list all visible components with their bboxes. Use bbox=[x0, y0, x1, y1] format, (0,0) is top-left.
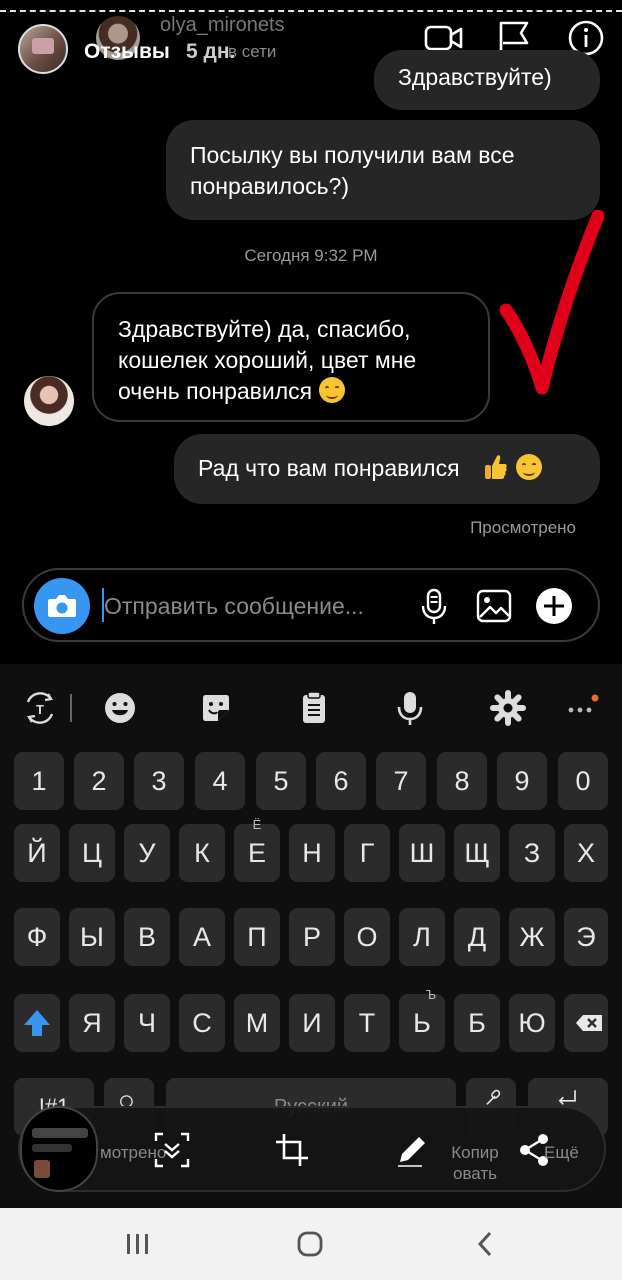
key-letter[interactable]: Н bbox=[289, 824, 335, 882]
copy-label-line1: Копир bbox=[451, 1143, 499, 1162]
shift-key[interactable] bbox=[14, 994, 60, 1052]
smiling-face-emoji-icon bbox=[516, 454, 543, 480]
message-bubble[interactable]: Посылку вы получили вам все понравилось?… bbox=[166, 120, 600, 220]
key-5[interactable]: 5 bbox=[256, 752, 306, 810]
key-letter[interactable]: У bbox=[124, 824, 170, 882]
key-letter[interactable]: Я bbox=[69, 994, 115, 1052]
key-letter[interactable]: О bbox=[344, 908, 390, 966]
seen-status: Просмотрено bbox=[470, 518, 576, 537]
key-letter[interactable]: Б bbox=[454, 994, 500, 1052]
story-time: 5 дн. bbox=[186, 40, 236, 63]
backspace-icon bbox=[576, 1015, 602, 1031]
key-letter[interactable]: Ц bbox=[69, 824, 115, 882]
story-title[interactable]: Отзывы bbox=[84, 40, 170, 64]
message-bubble[interactable]: Здравствуйте) да, спасибо, кошелек хорош… bbox=[92, 292, 490, 422]
key-letter[interactable]: Ш bbox=[399, 824, 445, 882]
key-letter[interactable]: Ф bbox=[14, 908, 60, 966]
key-label: Ь bbox=[413, 1008, 431, 1038]
key-letter-soft-sign[interactable]: Ъ Ь bbox=[399, 987, 445, 1052]
copy-label-line2: овать bbox=[452, 1164, 498, 1183]
key-letter[interactable]: Д bbox=[454, 908, 500, 966]
message-text: Рад что вам понравился bbox=[198, 455, 460, 481]
key-letter[interactable]: Й bbox=[14, 824, 60, 882]
key-letter[interactable]: Ю bbox=[509, 994, 555, 1052]
back-icon[interactable] bbox=[470, 1228, 502, 1260]
recent-apps-icon[interactable] bbox=[122, 1228, 154, 1260]
key-letter[interactable]: Г bbox=[344, 824, 390, 882]
draw-pencil-icon[interactable] bbox=[392, 1130, 432, 1170]
smiling-face-emoji-icon bbox=[318, 377, 345, 403]
key-9[interactable]: 9 bbox=[497, 752, 547, 810]
key-letter[interactable]: Э bbox=[564, 908, 608, 966]
key-letter[interactable]: Т bbox=[344, 994, 390, 1052]
message-text: Здравствуйте) да, спасибо, кошелек хорош… bbox=[118, 316, 417, 404]
key-letter[interactable]: К bbox=[179, 824, 225, 882]
copy-label[interactable]: Копир овать bbox=[442, 1142, 508, 1184]
more-options-icon[interactable] bbox=[562, 688, 602, 728]
microphone-icon[interactable] bbox=[414, 586, 454, 626]
key-3[interactable]: 3 bbox=[134, 752, 184, 810]
message-bubble[interactable]: Рад что вам понравился bbox=[174, 434, 600, 504]
key-letter[interactable]: П bbox=[234, 908, 280, 966]
key-letter[interactable]: М bbox=[234, 994, 280, 1052]
shift-arrow-icon bbox=[24, 1010, 50, 1036]
svg-text:T: T bbox=[36, 702, 44, 717]
home-icon[interactable] bbox=[294, 1228, 326, 1260]
key-letter[interactable]: Л bbox=[399, 908, 445, 966]
key-letter[interactable]: Ч bbox=[124, 994, 170, 1052]
key-letter[interactable]: А bbox=[179, 908, 225, 966]
key-alt-char: Ё bbox=[252, 817, 262, 832]
red-checkmark-annotation bbox=[499, 210, 605, 395]
key-6[interactable]: 6 bbox=[316, 752, 366, 810]
translate-icon[interactable]: T bbox=[20, 688, 60, 728]
key-letter[interactable]: Х bbox=[564, 824, 608, 882]
key-0[interactable]: 0 bbox=[558, 752, 608, 810]
gallery-icon[interactable] bbox=[474, 586, 514, 626]
key-2[interactable]: 2 bbox=[74, 752, 124, 810]
voice-input-icon[interactable] bbox=[390, 688, 430, 728]
key-letter[interactable]: И bbox=[289, 994, 335, 1052]
thumbs-up-emoji-icon bbox=[484, 455, 507, 479]
message-text: Здравствуйте) bbox=[398, 64, 552, 90]
sticker-icon[interactable] bbox=[196, 688, 236, 728]
key-1[interactable]: 1 bbox=[14, 752, 64, 810]
message-composer bbox=[22, 568, 600, 642]
key-letter[interactable]: С bbox=[179, 994, 225, 1052]
system-navigation-bar bbox=[0, 1208, 622, 1280]
camera-icon bbox=[48, 595, 76, 617]
scroll-capture-icon[interactable] bbox=[152, 1130, 192, 1170]
clipboard-icon[interactable] bbox=[294, 688, 334, 728]
message-bubble[interactable]: Здравствуйте) bbox=[374, 50, 600, 110]
crop-icon[interactable] bbox=[272, 1130, 312, 1170]
message-text: Посылку вы получили вам все понравилось?… bbox=[190, 142, 515, 199]
more-label[interactable]: Ещё bbox=[544, 1142, 579, 1163]
toolbar-separator bbox=[70, 694, 72, 722]
story-avatar[interactable] bbox=[18, 24, 68, 74]
message-input[interactable] bbox=[104, 586, 414, 626]
key-7[interactable]: 7 bbox=[376, 752, 426, 810]
key-4[interactable]: 4 bbox=[195, 752, 245, 810]
key-letter-e[interactable]: Ё Е bbox=[234, 817, 280, 882]
chat-username[interactable]: olya_mironets bbox=[160, 14, 285, 37]
backspace-key[interactable] bbox=[564, 994, 608, 1052]
sender-avatar[interactable] bbox=[24, 376, 74, 426]
emoji-icon[interactable] bbox=[100, 688, 140, 728]
dashed-divider bbox=[0, 10, 622, 12]
add-icon[interactable] bbox=[534, 586, 574, 626]
key-letter[interactable]: Р bbox=[289, 908, 335, 966]
key-alt-char: Ъ bbox=[425, 987, 437, 1002]
key-letter[interactable]: Щ bbox=[454, 824, 500, 882]
key-letter[interactable]: В bbox=[124, 908, 170, 966]
camera-button[interactable] bbox=[34, 578, 90, 634]
key-letter[interactable]: Ы bbox=[69, 908, 115, 966]
settings-gear-icon[interactable] bbox=[488, 688, 528, 728]
key-8[interactable]: 8 bbox=[437, 752, 487, 810]
screenshot-thumbnail[interactable] bbox=[20, 1106, 98, 1192]
screenshot-toolbar: мотрено Копир овать Ещё bbox=[18, 1106, 606, 1192]
key-letter[interactable]: З bbox=[509, 824, 555, 882]
key-letter[interactable]: Ж bbox=[509, 908, 555, 966]
key-label: Е bbox=[247, 838, 266, 868]
